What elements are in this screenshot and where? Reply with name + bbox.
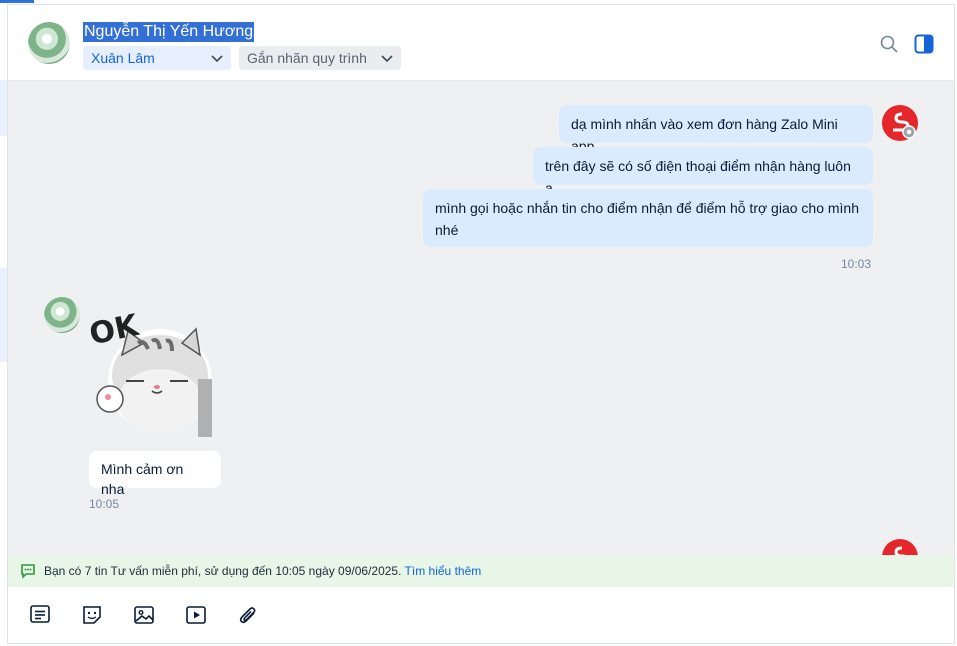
- learn-more-link[interactable]: Tìm hiểu thêm: [405, 564, 482, 578]
- conversation-list-item[interactable]: [0, 268, 7, 362]
- video-icon[interactable]: [185, 604, 207, 626]
- sticker-icon[interactable]: [81, 604, 103, 626]
- free-messages-notice: Bạn có 7 tin Tư vấn miễn phí, sử dụng đế…: [8, 555, 954, 587]
- notice-text: Bạn có 7 tin Tư vấn miễn phí, sử dụng đế…: [44, 564, 405, 578]
- outgoing-message[interactable]: dạ mình nhấn vào xem đơn hàng Zalo Mini …: [559, 105, 873, 154]
- search-icon[interactable]: [879, 34, 899, 54]
- message-list[interactable]: dạ mình nhấn vào xem đơn hàng Zalo Mini …: [8, 81, 954, 555]
- message-text: mình gọi hoặc nhắn tin cho điểm nhận để …: [435, 200, 859, 238]
- workflow-label-text: Gắn nhãn quy trình: [247, 50, 367, 66]
- message-timestamp: 10:05: [89, 497, 120, 511]
- quick-message-icon[interactable]: [29, 604, 51, 626]
- brand-avatar[interactable]: [882, 105, 918, 141]
- message-text: Mình cảm ơn nha: [101, 461, 184, 497]
- active-indicator: [0, 0, 34, 3]
- image-icon[interactable]: [133, 604, 155, 626]
- workflow-label-dropdown[interactable]: Gắn nhãn quy trình: [239, 46, 401, 70]
- composer-toolbar: [8, 587, 954, 643]
- outgoing-message[interactable]: trên đây sẽ có số điện thoại điểm nhận h…: [533, 147, 873, 196]
- chat-panel: Nguyễn Thị Yến Hương Xuân Lâm Gắn nhãn q…: [7, 4, 955, 644]
- assignee-label: Xuân Lâm: [91, 50, 155, 66]
- outgoing-message[interactable]: mình gọi hoặc nhắn tin cho điểm nhận để …: [423, 189, 873, 247]
- chevron-down-icon: [381, 55, 393, 63]
- chevron-down-icon: [211, 55, 223, 63]
- contact-name[interactable]: Nguyễn Thị Yến Hương: [83, 22, 255, 42]
- ok-cat-sticker[interactable]: OK: [88, 303, 218, 438]
- contact-avatar-small[interactable]: [44, 297, 80, 333]
- incoming-message[interactable]: Mình cảm ơn nha: [89, 451, 221, 497]
- left-sidebar-edge: [0, 0, 34, 646]
- chat-header: Nguyễn Thị Yến Hương Xuân Lâm Gắn nhãn q…: [8, 5, 954, 81]
- brand-logo-icon: [893, 112, 916, 139]
- attachment-icon[interactable]: [237, 604, 259, 626]
- message-square-icon: [21, 564, 35, 579]
- message-timestamp: 10:03: [841, 257, 872, 271]
- toggle-sidebar-icon[interactable]: [914, 34, 934, 54]
- conversation-list-item[interactable]: [0, 80, 7, 136]
- contact-avatar[interactable]: [28, 22, 70, 64]
- brand-avatar[interactable]: [882, 539, 918, 555]
- brand-logo-icon: [894, 546, 906, 555]
- assignee-dropdown[interactable]: Xuân Lâm: [83, 46, 231, 70]
